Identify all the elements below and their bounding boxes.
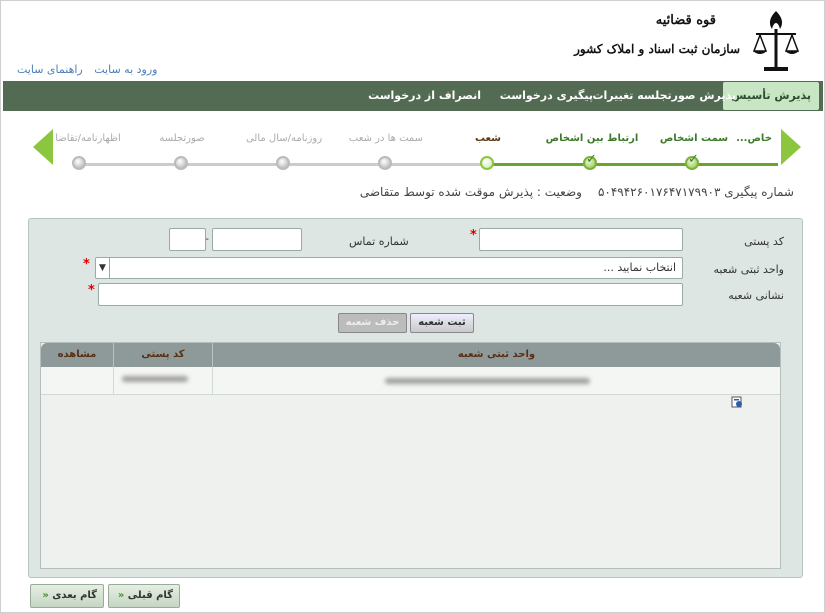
- add-branch-button[interactable]: ثبت شعبه: [410, 313, 474, 333]
- phone-area-code-input[interactable]: [169, 228, 206, 251]
- chevron-down-icon: ▼: [96, 258, 110, 278]
- site-guide-link[interactable]: راهنمای سایت: [17, 63, 83, 76]
- step-dot-done[interactable]: ✓: [583, 152, 597, 170]
- column-header-postal-code: کد پستی: [113, 343, 212, 367]
- step-minutes[interactable]: صورتجلسه: [127, 133, 237, 147]
- tracking-status: وضعیت : پذیرش موقت شده توسط متقاضی: [359, 185, 582, 199]
- step-label: سمت اشخاص: [659, 133, 729, 144]
- step-declaration[interactable]: اظهارنامه/تقاضا: [53, 133, 123, 147]
- required-mark: *: [88, 283, 95, 298]
- step-label: روزنامه/سال مالی: [245, 133, 323, 144]
- column-header-branch-unit: واحد ثبتی شعبه: [212, 343, 780, 367]
- stepper-scroll-right-icon[interactable]: [781, 129, 801, 165]
- view-details-icon[interactable]: [731, 396, 743, 408]
- nav-request-cancellation[interactable]: انصراف از درخواست: [368, 81, 481, 111]
- step-dot-current[interactable]: [480, 156, 494, 170]
- logo-line-2: سازمان ثبت اسناد و املاک کشور: [574, 42, 740, 56]
- stepper-progress-track: [488, 163, 778, 166]
- branch-unit-selected-value: انتخاب نمایید ...: [603, 261, 676, 274]
- step-dot-pending[interactable]: [276, 156, 290, 170]
- cell-postal-code: [113, 367, 212, 395]
- nav-change-minutes-acceptance[interactable]: پذیرش صورتجلسه تغییرات: [592, 81, 736, 111]
- next-step-label: گام بعدی: [52, 590, 97, 601]
- branches-table: واحد ثبتی شعبه کد پستی مشاهده: [40, 342, 781, 569]
- delete-branch-button[interactable]: حذف شعبه: [338, 313, 407, 333]
- step-dot-pending[interactable]: [72, 156, 86, 170]
- step-dot-done[interactable]: ✓: [685, 152, 699, 170]
- step-label: سمت ها در شعب: [348, 133, 424, 144]
- branch-address-input[interactable]: [98, 283, 683, 306]
- logo-line-1: قوه قضائیه: [655, 13, 716, 28]
- checkmark-icon: ✓: [586, 152, 597, 167]
- required-mark: *: [470, 228, 477, 243]
- phone-number-input[interactable]: [212, 228, 302, 251]
- page: ورود به سایت راهنمای سایت قوه قضائیه ساز…: [0, 0, 825, 613]
- cell-branch-unit: [212, 367, 780, 395]
- step-branch-roles[interactable]: سمت ها در شعب: [331, 133, 441, 147]
- nav-establishment-acceptance[interactable]: پذیرش تأسیس: [723, 82, 819, 110]
- postal-code-input[interactable]: [479, 228, 683, 251]
- step-label: اظهارنامه/تقاضا: [55, 133, 121, 144]
- nav-request-tracking[interactable]: پیگیری درخواست: [500, 81, 593, 111]
- branch-unit-select[interactable]: انتخاب نمایید ... ▼: [95, 257, 683, 279]
- main-navbar: پذیرش تأسیس پذیرش صورتجلسه تغییرات پیگیر…: [3, 81, 823, 111]
- branch-form-panel: کد پستی * شماره تماس - واحد ثبتی شعبه ان…: [28, 218, 803, 578]
- table-row: [41, 367, 780, 395]
- postal-code-label: کد پستی: [744, 235, 784, 248]
- redacted-text: [385, 378, 590, 384]
- step-newspaper-fiscal-year[interactable]: روزنامه/سال مالی: [229, 133, 339, 147]
- login-link[interactable]: ورود به سایت: [94, 63, 157, 76]
- header: ورود به سایت راهنمای سایت قوه قضائیه ساز…: [1, 1, 824, 81]
- stepper-scroll-left-icon[interactable]: [33, 129, 53, 165]
- emblem-scales-icon: [752, 11, 800, 71]
- step-label: ارتباط بین اشخاص: [545, 133, 639, 144]
- required-mark: *: [83, 257, 90, 272]
- redacted-text: [122, 376, 188, 382]
- tracking-number: شماره پیگیری ۵۰۴۹۴۲۶۰۱۷۶۴۷۱۷۹۹۰۳: [597, 185, 794, 199]
- table-header: واحد ثبتی شعبه کد پستی مشاهده: [41, 343, 780, 367]
- branch-unit-label: واحد ثبتی شعبه: [713, 263, 784, 276]
- arrow-left-icon: «: [42, 590, 49, 601]
- step-label: شعب: [474, 133, 502, 144]
- next-step-button[interactable]: گام بعدی «: [30, 584, 104, 608]
- organization-name: قوه قضائیه سازمان ثبت اسناد و املاک کشور: [574, 13, 740, 56]
- arrow-left-icon: «: [117, 590, 125, 601]
- step-branches[interactable]: شعب: [433, 133, 543, 147]
- previous-step-button[interactable]: گام قبلی «: [108, 584, 180, 608]
- phone-label: شماره تماس: [349, 235, 409, 248]
- branch-address-label: نشانی شعبه: [728, 289, 784, 302]
- step-dot-pending[interactable]: [378, 156, 392, 170]
- step-person-relations[interactable]: ارتباط بین اشخاص: [537, 133, 647, 147]
- checkmark-icon: ✓: [688, 152, 699, 167]
- column-header-view: مشاهده: [57, 349, 97, 360]
- cell-view: [41, 367, 113, 395]
- header-links: ورود به سایت راهنمای سایت: [9, 63, 157, 76]
- tracking-info: شماره پیگیری ۵۰۴۹۴۲۶۰۱۷۶۴۷۱۷۹۹۰۳ وضعیت : …: [360, 185, 794, 199]
- previous-step-label: گام قبلی: [127, 590, 173, 601]
- step-label: صورتجلسه: [159, 133, 205, 144]
- step-person-roles[interactable]: سمت اشخاص: [639, 133, 749, 147]
- step-dot-pending[interactable]: [174, 156, 188, 170]
